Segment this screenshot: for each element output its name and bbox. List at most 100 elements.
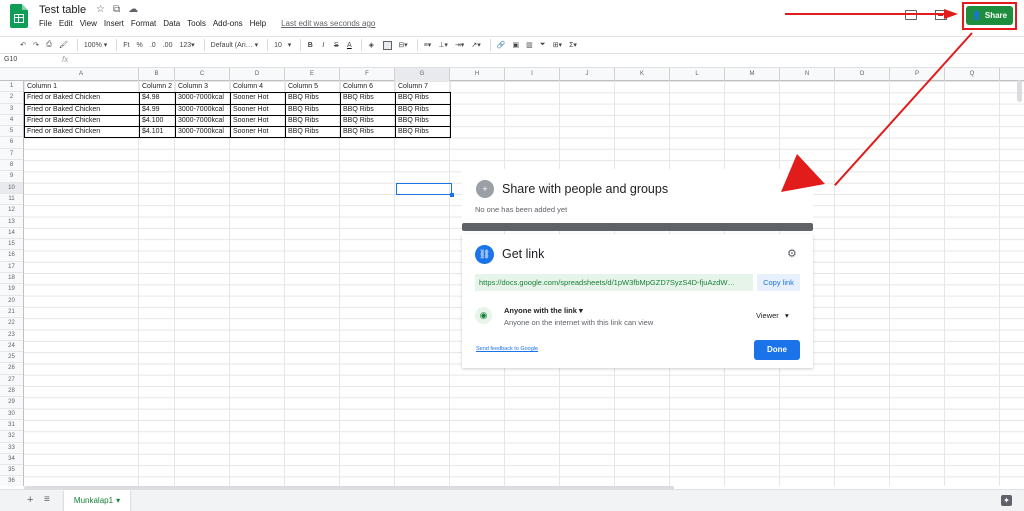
row-header[interactable]: 11	[0, 194, 23, 206]
row-header[interactable]: 2	[0, 92, 23, 104]
insert-link-icon[interactable]: 🔗	[495, 38, 508, 52]
table-cell[interactable]: $4.101	[139, 126, 176, 139]
row-header[interactable]: 17	[0, 262, 23, 274]
row-header[interactable]: 19	[0, 284, 23, 296]
table-cell[interactable]: 3000-7000kcal	[175, 114, 231, 128]
row-header[interactable]: 24	[0, 341, 23, 353]
column-header[interactable]: H	[450, 68, 505, 81]
bold-button[interactable]: B	[305, 38, 315, 52]
row-header[interactable]: 36	[0, 476, 23, 486]
font-select[interactable]: Default (Ari… ▾	[209, 38, 260, 52]
text-color-button[interactable]: A	[344, 38, 354, 52]
table-cell[interactable]: BBQ Ribs	[395, 126, 451, 139]
italic-button[interactable]: I	[318, 38, 328, 52]
horizontal-align-icon[interactable]: ≡▾	[422, 38, 434, 52]
row-header[interactable]: 4	[0, 115, 23, 127]
table-cell[interactable]: $4.98	[139, 92, 176, 105]
row-header[interactable]: 7	[0, 149, 23, 161]
row-header[interactable]: 3	[0, 104, 23, 115]
row-header[interactable]: 9	[0, 171, 23, 183]
table-cell[interactable]: $4.99	[139, 103, 176, 116]
document-title[interactable]: Test table	[39, 4, 86, 16]
table-cell[interactable]: BBQ Ribs	[285, 103, 341, 116]
row-header[interactable]: 21	[0, 307, 23, 319]
column-header[interactable]: K	[615, 68, 670, 81]
table-cell[interactable]: Column 6	[340, 80, 396, 94]
font-size-select[interactable]: 10 ▾	[272, 38, 293, 52]
menu-help[interactable]: Help	[250, 19, 266, 28]
undo-icon[interactable]: ↶	[18, 38, 28, 52]
data-table[interactable]: Column 1 Column 2 Column 3 Column 4 Column 5…	[24, 80, 451, 139]
menu-data[interactable]: Data	[163, 19, 180, 28]
print-icon[interactable]: ⎙	[44, 38, 54, 52]
table-cell[interactable]: Fried or Baked Chicken	[24, 103, 140, 116]
row-header[interactable]: 28	[0, 386, 23, 398]
column-header[interactable]: Q	[945, 68, 1000, 81]
column-header[interactable]: B	[139, 68, 175, 81]
table-cell[interactable]: BBQ Ribs	[285, 126, 341, 139]
zoom-select[interactable]: 100% ▾	[82, 38, 109, 52]
table-cell[interactable]: BBQ Ribs	[340, 92, 396, 105]
table-cell[interactable]: BBQ Ribs	[340, 114, 396, 128]
filter-icon[interactable]: ⏷	[538, 38, 548, 52]
table-cell[interactable]: $4.100	[139, 114, 176, 128]
column-header[interactable]: A	[24, 68, 139, 81]
table-cell[interactable]: Sooner Hot	[230, 103, 286, 116]
table-cell[interactable]: Column 1	[24, 80, 140, 94]
done-button[interactable]: Done	[754, 340, 800, 360]
table-cell[interactable]: Sooner Hot	[230, 126, 286, 139]
table-cell[interactable]: Column 3	[175, 80, 231, 94]
move-folder-icon[interactable]: ⧉	[113, 4, 120, 15]
comment-history-icon[interactable]	[905, 10, 917, 20]
increase-decimal-button[interactable]: .00	[161, 38, 175, 52]
column-header[interactable]: I	[505, 68, 560, 81]
row-header[interactable]: 12	[0, 205, 23, 217]
row-header[interactable]: 30	[0, 409, 23, 420]
table-cell[interactable]: Column 2	[139, 80, 176, 94]
column-header[interactable]: C	[175, 68, 230, 81]
sheet-tab[interactable]: Munkalap1 ▾	[64, 490, 130, 511]
row-header[interactable]: 32	[0, 431, 23, 443]
row-header[interactable]: 23	[0, 330, 23, 341]
borders-icon[interactable]	[383, 40, 393, 50]
row-header[interactable]: 26	[0, 363, 23, 375]
percent-button[interactable]: %	[135, 38, 145, 52]
column-header[interactable]: L	[670, 68, 725, 81]
menu-insert[interactable]: Insert	[104, 19, 124, 28]
row-header[interactable]: 15	[0, 239, 23, 251]
table-cell[interactable]: Fried or Baked Chicken	[24, 126, 140, 139]
row-header[interactable]: 13	[0, 217, 23, 228]
paint-format-icon[interactable]: 🖌	[57, 38, 70, 52]
fill-color-icon[interactable]: ◈	[366, 38, 376, 52]
menu-file[interactable]: File	[39, 19, 52, 28]
decrease-decimal-button[interactable]: .0	[148, 38, 158, 52]
column-header[interactable]: N	[780, 68, 835, 81]
vertical-align-icon[interactable]: ⊥▾	[436, 38, 450, 52]
row-header[interactable]: 10	[0, 182, 23, 194]
row-header[interactable]: 1	[0, 81, 23, 93]
table-cell[interactable]: BBQ Ribs	[340, 103, 396, 116]
link-access-dropdown[interactable]: Anyone with the link ▾	[504, 306, 583, 315]
table-cell[interactable]: BBQ Ribs	[395, 114, 451, 128]
menu-tools[interactable]: Tools	[187, 19, 206, 28]
table-cell[interactable]: BBQ Ribs	[395, 103, 451, 116]
table-cell[interactable]: 3000-7000kcal	[175, 126, 231, 139]
menu-format[interactable]: Format	[131, 19, 156, 28]
role-dropdown[interactable]: Viewer ▾	[756, 311, 789, 320]
row-header[interactable]: 8	[0, 160, 23, 172]
table-cell[interactable]: BBQ Ribs	[340, 126, 396, 139]
text-rotation-icon[interactable]: ↗▾	[469, 38, 482, 52]
send-feedback-link[interactable]: Send feedback to Google	[476, 346, 538, 352]
menu-view[interactable]: View	[80, 19, 97, 28]
row-header[interactable]: 35	[0, 465, 23, 477]
row-header[interactable]: 33	[0, 443, 23, 454]
table-cell[interactable]: Sooner Hot	[230, 92, 286, 105]
text-wrapping-icon[interactable]: ⇥▾	[453, 38, 466, 52]
strikethrough-button[interactable]: S	[331, 38, 341, 52]
row-header[interactable]: 34	[0, 454, 23, 466]
add-sheet-icon[interactable]: +	[27, 494, 33, 506]
redo-icon[interactable]: ↷	[31, 38, 41, 52]
column-header[interactable]: J	[560, 68, 615, 81]
vertical-scrollbar[interactable]	[1017, 80, 1022, 102]
table-cell[interactable]: BBQ Ribs	[285, 92, 341, 105]
